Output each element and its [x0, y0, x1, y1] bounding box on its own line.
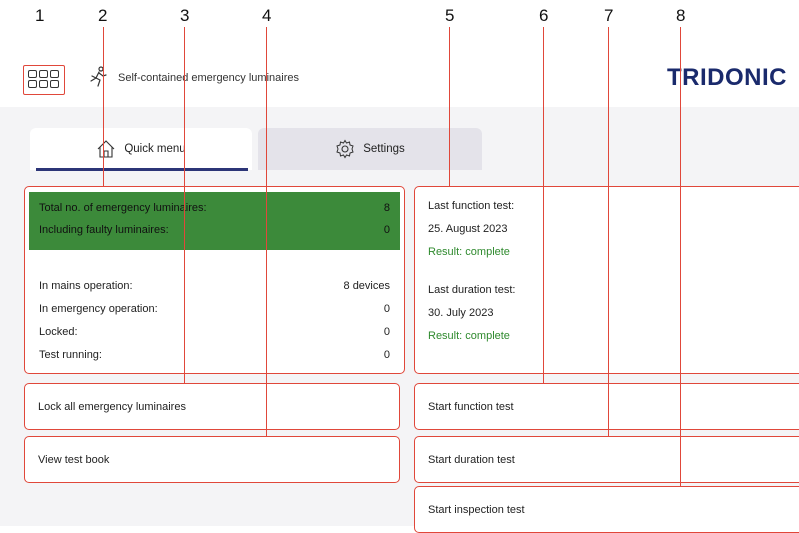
- last-function-test-label: Last function test:: [428, 200, 515, 212]
- total-luminaires-row: Total no. of emergency luminaires: 8: [39, 202, 390, 214]
- test-running-row: Test running: 0: [39, 349, 390, 361]
- start-duration-test-label: Start duration test: [428, 453, 515, 466]
- luminaire-status-card: Total no. of emergency luminaires: 8 Inc…: [24, 186, 405, 374]
- gear-icon: [336, 139, 354, 159]
- test-running-label: Test running:: [39, 349, 102, 361]
- locked-row: Locked: 0: [39, 326, 390, 338]
- callout-5: 5: [445, 6, 455, 25]
- faulty-luminaires-label: Including faulty luminaires:: [39, 224, 169, 236]
- emergency-operation-label: In emergency operation:: [39, 303, 158, 315]
- last-duration-test-result: Result: complete: [428, 330, 510, 342]
- callout-line-7: [608, 27, 609, 436]
- mains-operation-row: In mains operation: 8 devices: [39, 280, 390, 292]
- tab-quick-menu[interactable]: Quick menu: [30, 128, 252, 170]
- lock-all-label: Lock all emergency luminaires: [38, 400, 186, 413]
- view-test-book-button[interactable]: View test book: [24, 436, 400, 483]
- last-function-test-result: Result: complete: [428, 246, 510, 258]
- start-duration-test-button[interactable]: Start duration test: [414, 436, 799, 483]
- lock-all-button[interactable]: Lock all emergency luminaires: [24, 383, 400, 430]
- last-duration-test-date: 30. July 2023: [428, 307, 494, 319]
- callout-7: 7: [604, 6, 614, 25]
- test-results-card: Last function test: 25. August 2023 Resu…: [414, 186, 799, 374]
- callout-8: 8: [676, 6, 686, 25]
- page-title: Self-contained emergency luminaires: [118, 72, 299, 84]
- emergency-operation-value: 0: [383, 303, 390, 315]
- callout-3: 3: [180, 6, 190, 25]
- luminaire-summary-highlight: Total no. of emergency luminaires: 8 Inc…: [29, 192, 400, 250]
- callout-line-3: [184, 27, 185, 384]
- callout-2: 2: [98, 6, 108, 25]
- mains-operation-label: In mains operation:: [39, 280, 133, 292]
- locked-value: 0: [383, 326, 390, 338]
- callout-6: 6: [539, 6, 549, 25]
- start-function-test-button[interactable]: Start function test: [414, 383, 799, 430]
- locked-label: Locked:: [39, 326, 78, 338]
- start-function-test-label: Start function test: [428, 400, 514, 413]
- faulty-luminaires-row: Including faulty luminaires: 0: [39, 224, 390, 236]
- total-luminaires-label: Total no. of emergency luminaires:: [39, 202, 207, 214]
- callout-line-8: [680, 27, 681, 487]
- tab-quick-menu-label: Quick menu: [124, 143, 186, 155]
- mains-operation-value: 8 devices: [343, 280, 390, 292]
- faulty-luminaires-value: 0: [383, 224, 390, 236]
- home-icon: [97, 140, 115, 158]
- brand-logo: TRIDONIC: [667, 64, 787, 91]
- grid-apps-icon: [28, 70, 59, 88]
- tab-settings-label: Settings: [363, 143, 405, 155]
- view-test-book-label: View test book: [38, 453, 110, 466]
- callout-line-4: [266, 27, 267, 436]
- callout-1: 1: [35, 6, 45, 25]
- active-tab-indicator: [36, 168, 248, 171]
- total-luminaires-value: 8: [383, 202, 390, 214]
- running-person-icon: [90, 66, 107, 87]
- apps-menu-button[interactable]: [23, 65, 65, 95]
- test-running-value: 0: [383, 349, 390, 361]
- emergency-operation-row: In emergency operation: 0: [39, 303, 390, 315]
- last-function-test-date: 25. August 2023: [428, 223, 508, 235]
- callout-4: 4: [262, 6, 272, 25]
- callout-line-5: [449, 27, 450, 187]
- start-inspection-test-label: Start inspection test: [428, 503, 525, 516]
- last-duration-test-label: Last duration test:: [428, 284, 516, 296]
- callout-line-6: [543, 27, 544, 384]
- callout-line-2: [103, 27, 104, 187]
